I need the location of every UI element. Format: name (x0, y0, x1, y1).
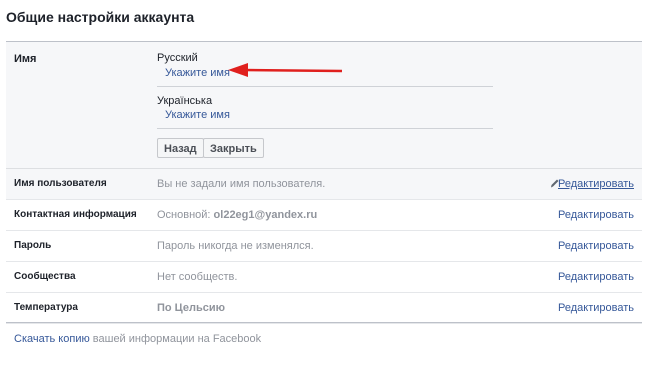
communities-row: Сообщества Нет сообществ. Редактировать (6, 262, 642, 293)
temperature-label: Температура (14, 302, 78, 313)
password-value: Пароль никогда не изменялся. (157, 240, 314, 252)
download-info: Скачать копию вашей информации на Facebo… (14, 333, 261, 345)
footer-divider (6, 322, 642, 323)
username-edit-link[interactable]: Редактировать (558, 178, 634, 190)
communities-label: Сообщества (14, 271, 76, 282)
name-divider (157, 86, 493, 87)
contact-value: Основной: ol22eg1@yandex.ru (157, 209, 317, 221)
username-value: Вы не задали имя пользователя. (157, 178, 326, 190)
contact-label: Контактная информация (14, 209, 137, 220)
ukrainian-set-name-link[interactable]: Укажите имя (165, 109, 230, 121)
page-title: Общие настройки аккаунта (6, 9, 195, 25)
close-button[interactable]: Закрыть (203, 138, 264, 158)
password-label: Пароль (14, 240, 52, 251)
name-divider (157, 128, 493, 129)
name-label: Имя (14, 53, 37, 65)
temperature-edit-link[interactable]: Редактировать (558, 302, 634, 314)
password-edit-link[interactable]: Редактировать (558, 240, 634, 252)
russian-language-title: Русский (157, 52, 198, 64)
contact-email: ol22eg1@yandex.ru (213, 209, 318, 221)
password-row: Пароль Пароль никогда не изменялся. Реда… (6, 231, 642, 262)
communities-edit-link[interactable]: Редактировать (558, 271, 634, 283)
username-label: Имя пользователя (14, 178, 107, 189)
ukrainian-language-title: Українська (157, 95, 213, 107)
contact-value-prefix: Основной: (157, 209, 214, 221)
username-row: Имя пользователя Вы не задали имя пользо… (6, 169, 642, 200)
temperature-value: По Цельсию (157, 302, 225, 314)
temperature-row: Температура По Цельсию Редактировать (6, 293, 642, 324)
communities-value: Нет сообществ. (157, 271, 238, 283)
contact-edit-link[interactable]: Редактировать (558, 209, 634, 221)
settings-table: Имя Русский Укажите имя Українська Укажи… (6, 41, 642, 324)
contact-row: Контактная информация Основной: ol22eg1@… (6, 200, 642, 231)
back-button[interactable]: Назад (157, 138, 204, 158)
download-copy-link[interactable]: Скачать копию (14, 333, 90, 345)
download-info-text: вашей информации на Facebook (89, 333, 262, 345)
russian-set-name-link[interactable]: Укажите имя (165, 67, 230, 79)
red-arrow-annotation (228, 63, 343, 77)
